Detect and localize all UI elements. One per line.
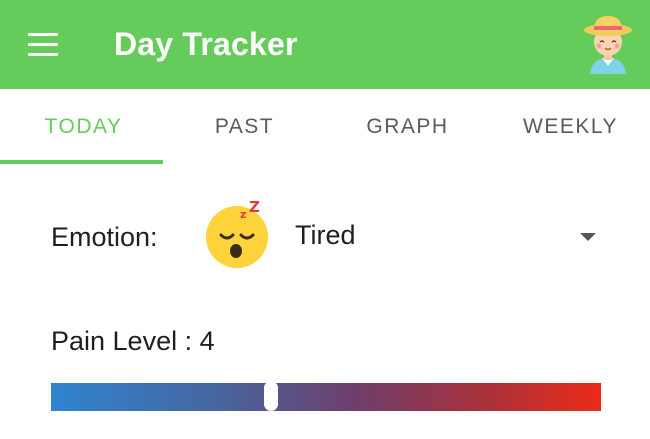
app-title: Day Tracker [114, 26, 298, 62]
svg-text:z: z [240, 208, 246, 221]
pain-level-slider[interactable] [51, 381, 601, 411]
active-tab-indicator [0, 160, 163, 164]
pain-slider-track[interactable] [51, 383, 601, 411]
tab-weekly[interactable]: WEEKLY [489, 89, 650, 165]
svg-text:Z: Z [249, 199, 260, 216]
tab-today[interactable]: TODAY [2, 89, 165, 165]
dropdown-arrow-icon [580, 233, 596, 241]
emotion-dropdown[interactable]: Tired [290, 212, 610, 262]
tired-sleeping-emoji-icon: z Z [203, 198, 275, 271]
farmer-avatar-icon[interactable] [578, 14, 638, 74]
app-bar: Day Tracker [0, 0, 650, 89]
pain-level-label: Pain Level : 4 [51, 326, 215, 356]
emotion-label: Emotion: [51, 222, 158, 252]
tab-past[interactable]: PAST [163, 89, 326, 165]
pain-slider-thumb[interactable] [264, 381, 278, 411]
app-screen: Day Tracker TODAY PAST GRAPH WEEKLY Emot… [0, 0, 650, 439]
tab-bar: TODAY PAST GRAPH WEEKLY [0, 89, 650, 165]
tab-graph[interactable]: GRAPH [326, 89, 489, 165]
emotion-selected-value: Tired [295, 220, 356, 250]
hamburger-menu-icon[interactable] [24, 28, 64, 64]
